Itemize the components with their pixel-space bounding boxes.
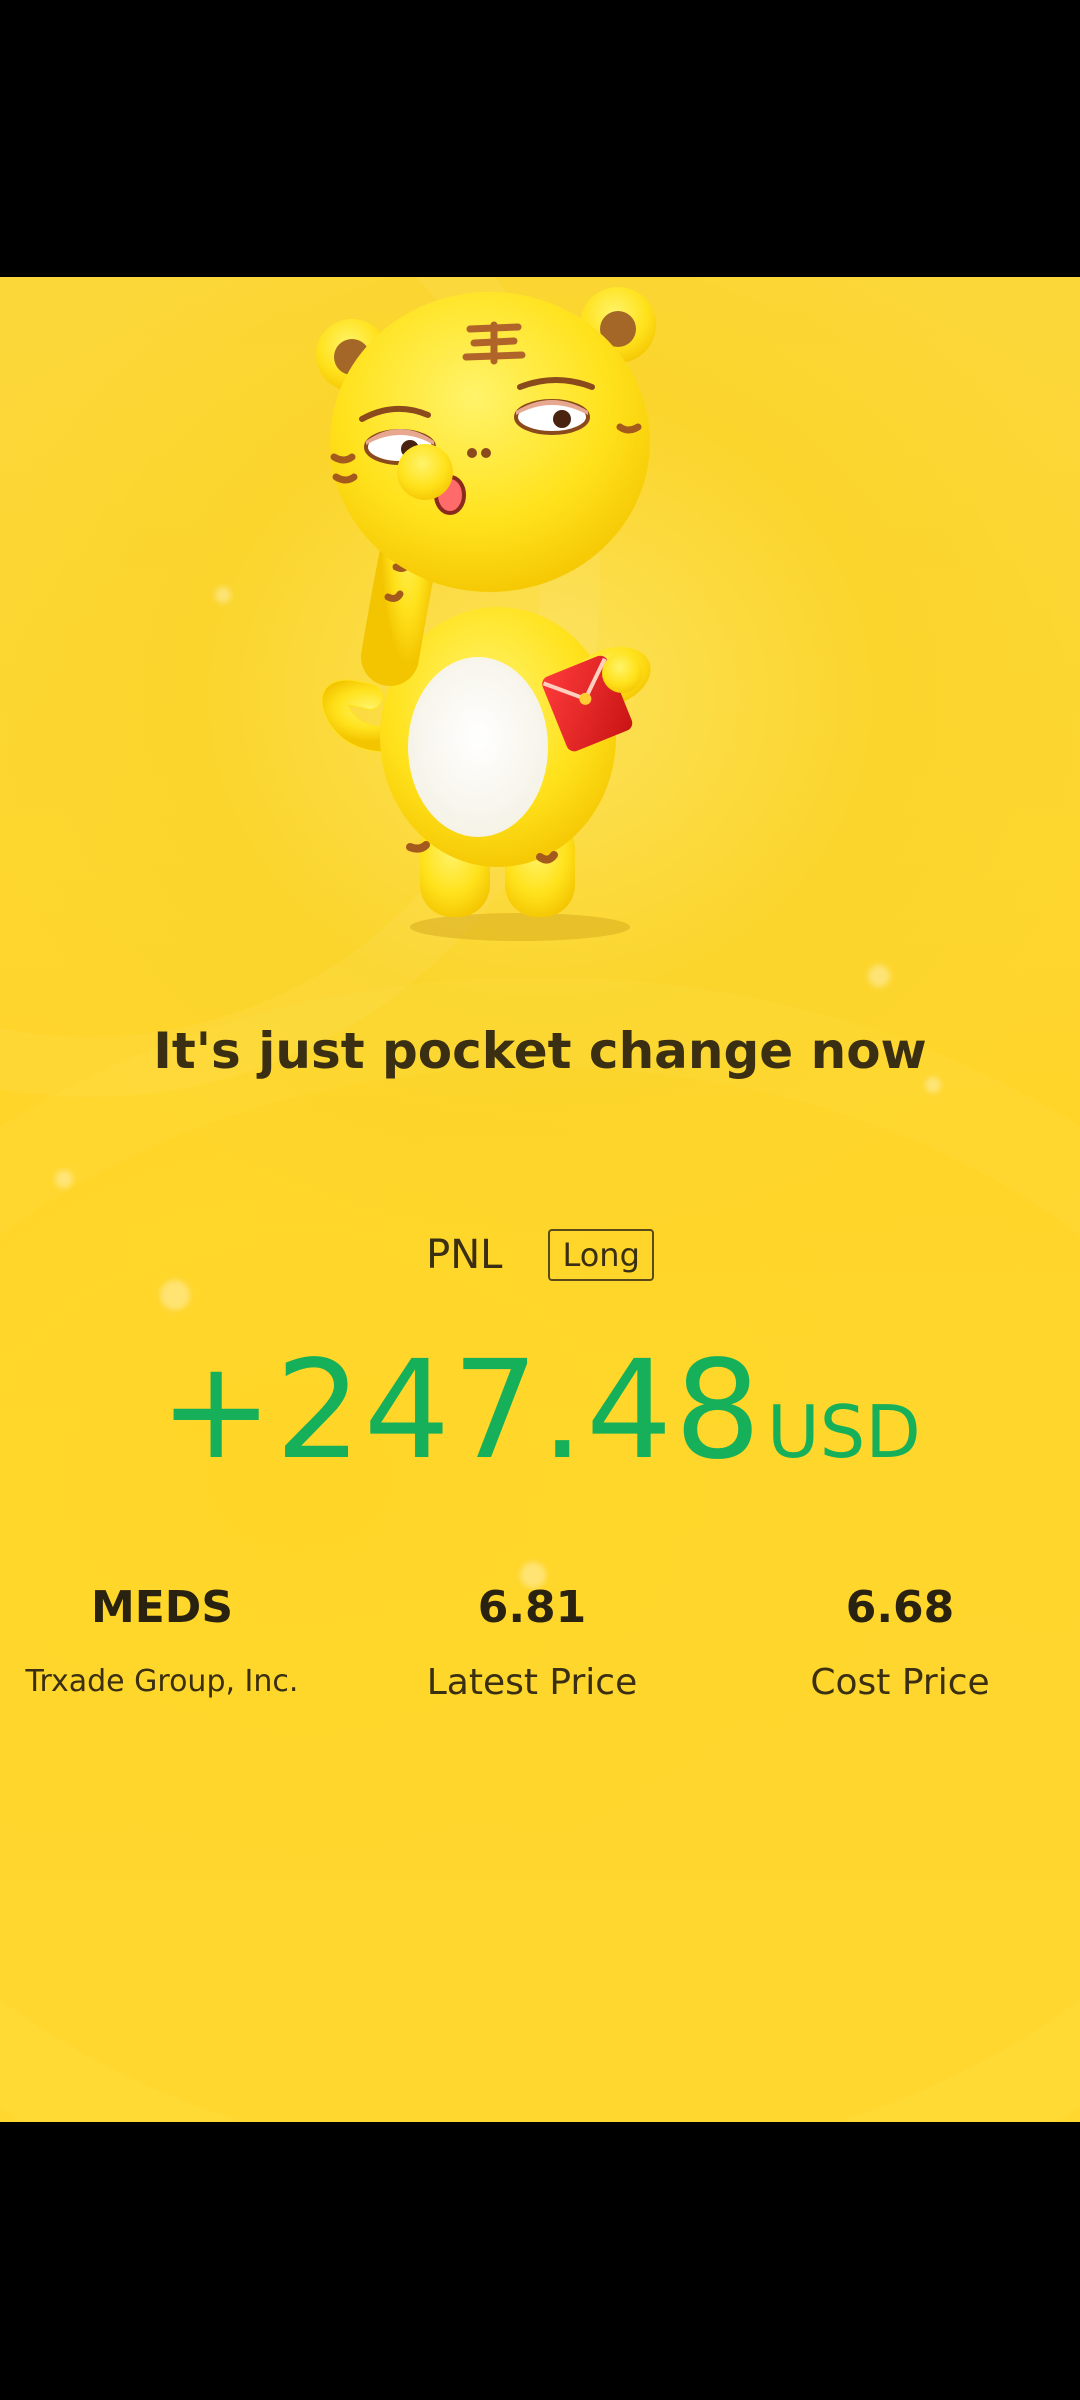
cost-price-label: Cost Price <box>810 1662 990 1703</box>
latest-price-label: Latest Price <box>426 1662 638 1703</box>
stat-symbol: MEDS Trxade Group, Inc. <box>0 1582 342 1699</box>
sparkle <box>55 1170 73 1188</box>
status-bar-area <box>0 0 1080 277</box>
tagline: It's just pocket change now <box>153 1022 927 1080</box>
company-name: Trxade Group, Inc. <box>25 1664 299 1699</box>
pnl-share-card: It's just pocket change now PNL Long +24… <box>0 277 1080 2122</box>
pnl-value: +247.48USD <box>0 1332 1080 1490</box>
cost-price-value: 6.68 <box>845 1582 955 1633</box>
stat-cost-price: 6.68 Cost Price <box>720 1582 1080 1703</box>
pnl-header: PNL Long <box>0 1229 1080 1281</box>
background-swirl <box>0 977 1080 2122</box>
sparkle <box>868 965 890 987</box>
sparkle <box>160 1280 190 1310</box>
latest-price-value: 6.81 <box>477 1582 587 1633</box>
sparkle <box>215 587 231 603</box>
pnl-amount: +247.48 <box>159 1332 763 1490</box>
pnl-currency: USD <box>766 1390 921 1474</box>
position-direction-badge: Long <box>548 1229 654 1281</box>
pnl-label: PNL <box>426 1232 503 1278</box>
tiger-mascot-icon <box>300 277 760 957</box>
stock-symbol: MEDS <box>90 1582 234 1633</box>
stat-latest-price: 6.81 Latest Price <box>352 1582 712 1703</box>
navigation-bar-area <box>0 2122 1080 2400</box>
position-stats: MEDS Trxade Group, Inc. 6.81 Latest Pric… <box>0 1582 1080 1742</box>
